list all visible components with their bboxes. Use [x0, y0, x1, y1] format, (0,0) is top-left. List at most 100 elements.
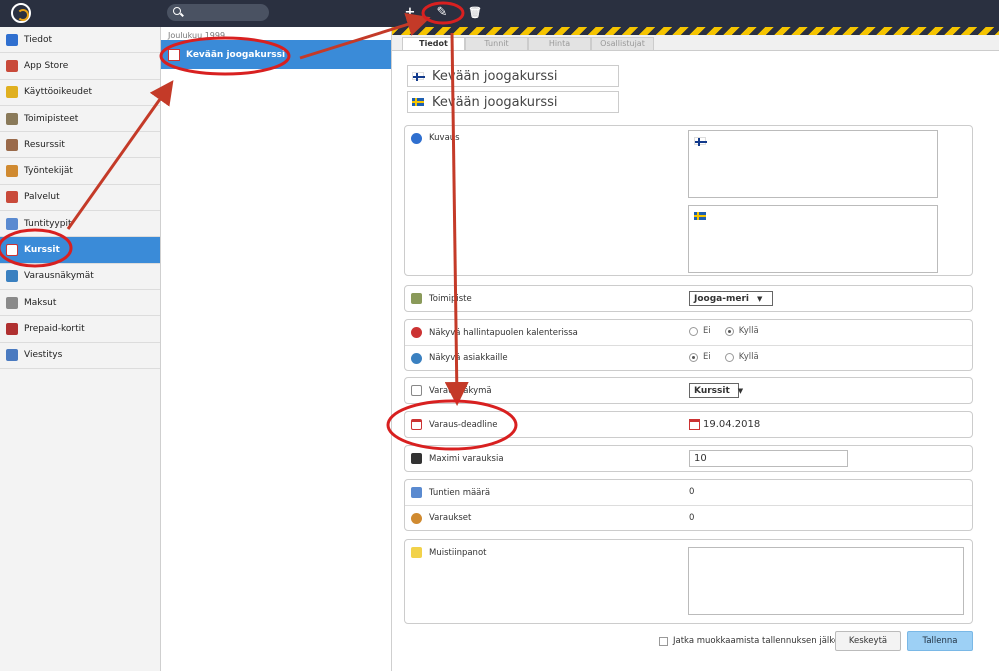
continue-editing-label: Jatka muokkaamista tallennuksen jälkeen	[673, 636, 850, 646]
save-button[interactable]: Tallenna	[907, 631, 973, 651]
location-value: Jooga-meri	[694, 293, 749, 304]
cancel-button[interactable]: Keskeytä	[835, 631, 901, 651]
sidebar-item-tiedot[interactable]: Tiedot	[0, 27, 160, 54]
location-label: Toimipiste	[429, 293, 472, 304]
max-bookings-input[interactable]: 10	[689, 450, 848, 467]
bookings-label: Varaukset	[429, 513, 472, 523]
hidden-eye-icon	[411, 327, 422, 338]
edit-button[interactable]: ✎	[431, 3, 453, 23]
sidebar-item-toimipisteet[interactable]: Toimipisteet	[0, 106, 160, 133]
tab-tiedot[interactable]: Tiedot	[402, 37, 465, 50]
location-select[interactable]: Jooga-meri ▼	[689, 291, 773, 306]
admin-no-radio[interactable]: Ei	[689, 326, 711, 336]
notes-textarea[interactable]	[688, 547, 964, 615]
sidebar-item-label: Maksut	[24, 297, 57, 308]
visible-customers-label: Näkyvä asiakkaille	[429, 353, 508, 363]
sidebar-item-app-store[interactable]: App Store	[0, 53, 160, 80]
sidebar-item-palvelut[interactable]: Palvelut	[0, 185, 160, 212]
name-fi-input[interactable]: Kevään joogakurssi	[407, 65, 619, 87]
checkbox[interactable]	[659, 636, 668, 646]
logo-icon[interactable]	[11, 3, 31, 23]
deadline-label: Varaus-deadline	[429, 419, 498, 430]
sidebar-item-label: Varausnäkymät	[24, 271, 94, 282]
sidebar-item-label: Viestitys	[24, 350, 63, 361]
description-label: Kuvaus	[429, 133, 460, 143]
location-box: Toimipiste Jooga-meri ▼	[404, 285, 973, 312]
deadline-value: 19.04.2018	[703, 419, 761, 430]
chevron-down-icon: ▼	[737, 386, 744, 395]
hours-label: Tuntien määrä	[429, 487, 491, 498]
customers-no-radio[interactable]: Ei	[689, 352, 711, 362]
sidebar-item-työntekijät[interactable]: Työntekijät	[0, 158, 160, 185]
detail-panel: Tiedot Tunnit Hinta Osallistujat Kevään …	[392, 27, 999, 671]
eye-icon	[411, 352, 422, 364]
sidebar-item-label: Työntekijät	[24, 166, 73, 177]
booking-view-icon	[411, 385, 422, 396]
location-icon	[411, 293, 422, 304]
sidebar-item-label: App Store	[24, 60, 69, 71]
description-fi-textarea[interactable]	[688, 130, 938, 198]
stats-box: Tuntien määrä 0 Varaukset 0	[404, 479, 973, 531]
admin-yes-radio[interactable]: Kyllä	[724, 326, 759, 336]
max-bookings-label: Maximi varauksia	[429, 453, 504, 464]
tab-hinta[interactable]: Hinta	[528, 37, 591, 50]
visibility-box: Näkyvä hallintapuolen kalenterissa Ei Kyl…	[404, 319, 973, 371]
description-box: Kuvaus	[404, 125, 973, 276]
list-item[interactable]: Kevään joogakurssi	[161, 40, 391, 69]
deadline-input[interactable]: 19.04.2018	[689, 416, 769, 433]
list-item-label: Kevään joogakurssi	[186, 49, 286, 60]
swedish-flag-icon	[694, 212, 706, 220]
sidebar-item-varausnäkymät[interactable]: Varausnäkymät	[0, 264, 160, 290]
sidebar: Tiedot App Store Käyttöoikeudet Toimipistee…	[0, 27, 161, 671]
visible-admin-label: Näkyvä hallintapuolen kalenterissa	[429, 327, 578, 338]
globe-icon	[6, 270, 18, 283]
description-sv-textarea[interactable]	[688, 205, 938, 273]
hours-value: 0	[689, 487, 695, 497]
sidebar-item-käyttöoikeudet[interactable]: Käyttöoikeudet	[0, 80, 160, 106]
sidebar-item-label: Toimipisteet	[24, 113, 79, 124]
chat-icon	[6, 349, 18, 362]
booking-view-select[interactable]: Kurssit ▼	[689, 383, 743, 398]
add-button[interactable]: +	[399, 3, 421, 23]
notes-label: Muistiinpanot	[429, 547, 487, 558]
tab-osallistujat[interactable]: Osallistujat	[591, 37, 654, 50]
note-icon	[411, 547, 422, 558]
sidebar-item-prepaid-kortit[interactable]: Prepaid-kortit	[0, 316, 160, 343]
tab-tunnit[interactable]: Tunnit	[465, 37, 528, 50]
finnish-flag-icon	[694, 137, 707, 146]
calendar-icon	[411, 419, 422, 430]
booking-view-value: Kurssit	[694, 385, 730, 396]
counter-icon	[411, 453, 422, 464]
sidebar-item-kurssit[interactable]: Kurssit	[0, 237, 160, 264]
search-icon	[173, 7, 181, 15]
calendar-icon	[6, 191, 18, 204]
customers-yes-radio[interactable]: Kyllä	[724, 352, 759, 362]
sidebar-item-maksut[interactable]: Maksut	[0, 290, 160, 317]
people-icon	[411, 512, 422, 524]
sidebar-item-label: Kurssit	[24, 245, 60, 256]
continue-editing-checkbox[interactable]: Jatka muokkaamista tallennuksen jälkeen	[659, 636, 850, 646]
search-input[interactable]	[167, 4, 269, 21]
sidebar-item-viestitys[interactable]: Viestitys	[0, 343, 160, 369]
delete-button[interactable]: 🗑	[464, 3, 486, 23]
sidebar-item-resurssit[interactable]: Resurssit	[0, 132, 160, 159]
sidebar-item-label: Prepaid-kortit	[24, 323, 85, 334]
calendar-icon	[689, 419, 700, 430]
resources-icon	[6, 138, 18, 151]
sidebar-item-label: Resurssit	[24, 139, 65, 150]
notes-box: Muistiinpanot	[404, 539, 973, 624]
name-sv-input[interactable]: Kevään joogakurssi	[407, 91, 619, 113]
course-icon	[168, 48, 180, 61]
sidebar-item-label: Tuntityypit	[24, 218, 72, 229]
deadline-box: Varaus-deadline 19.04.2018	[404, 411, 973, 438]
chevron-down-icon: ▼	[756, 294, 763, 303]
name-sv-value: Kevään joogakurssi	[432, 94, 558, 110]
info-icon	[411, 132, 422, 144]
sidebar-item-tuntityypit[interactable]: Tuntityypit	[0, 211, 160, 238]
tab-content: Kevään joogakurssi Kevään joogakurssi Ku…	[392, 50, 999, 671]
book-icon	[411, 487, 422, 498]
lesson-types-icon	[6, 217, 18, 230]
max-bookings-box: Maximi varauksia 10	[404, 445, 973, 472]
sidebar-item-label: Tiedot	[24, 34, 53, 45]
payments-icon	[6, 296, 18, 309]
